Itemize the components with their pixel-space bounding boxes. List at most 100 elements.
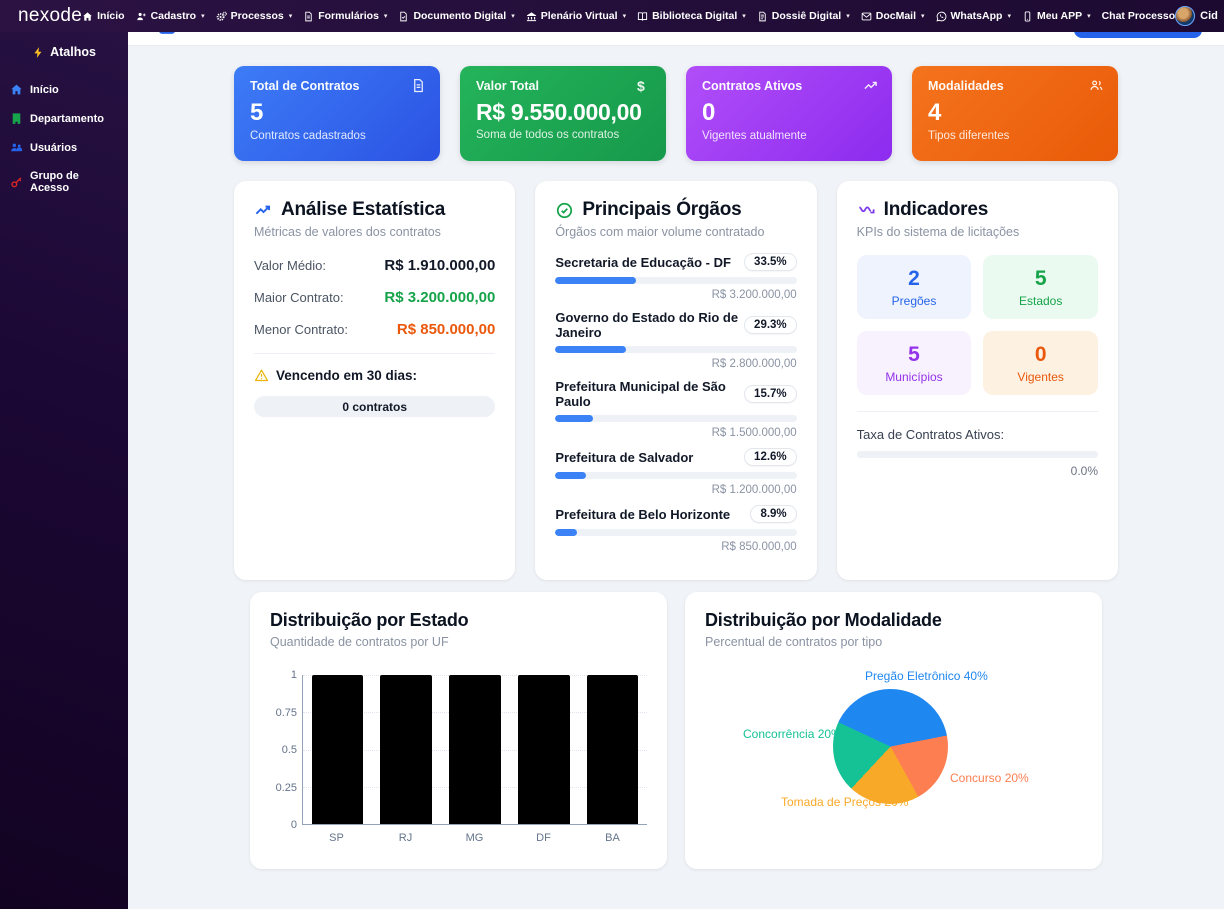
sidebar: Atalhos Início Departamento Usuários Gru… — [0, 32, 128, 909]
trend-up-icon — [863, 78, 878, 93]
nav-item-inicio[interactable]: Início — [82, 10, 124, 22]
nav-item-biblioteca-digital[interactable]: Biblioteca Digital ▾ — [637, 10, 746, 22]
chevron-down-icon: ▾ — [742, 12, 746, 20]
sidebar-item-departamento[interactable]: Departamento — [0, 104, 128, 133]
nav-item-label: Cadastro — [151, 10, 197, 22]
card-analise-estatistica: Análise Estatística Métricas de valores … — [234, 181, 515, 580]
stat-title: Valor Total — [476, 79, 650, 93]
expiring-label: Vencendo em 30 dias: — [276, 368, 417, 383]
pie-label: Pregão Eletrônico 40% — [865, 669, 988, 683]
nav-item-documento-digital[interactable]: Documento Digital ▾ — [398, 10, 514, 22]
nav-item-label: Documento Digital — [413, 10, 506, 22]
nav-item-chat-processo[interactable]: Chat Processo — [1102, 10, 1176, 22]
stat-cards: Total de Contratos 5 Contratos cadastrad… — [234, 66, 1118, 161]
kpi-estados: 5 Estados — [983, 255, 1098, 319]
org-name: Prefeitura de Belo Horizonte — [555, 507, 730, 522]
org-name: Governo do Estado do Rio de Janeiro — [555, 310, 744, 340]
progress-fill — [555, 472, 585, 479]
progress-fill — [555, 415, 593, 422]
nav-item-plenario-virtual[interactable]: Plenário Virtual ▾ — [526, 10, 626, 22]
progress-fill — [555, 346, 626, 353]
expiring-count-badge: 0 contratos — [254, 396, 495, 417]
chevron-down-icon: ▾ — [511, 12, 515, 20]
sidebar-item-grupo-de-acesso[interactable]: Grupo de Acesso — [0, 162, 128, 202]
nav-item-label: Chat Processo — [1102, 10, 1176, 22]
kpi-value: 0 — [991, 343, 1090, 367]
trend-line-icon — [254, 201, 273, 220]
nav-item-label: Processos — [231, 10, 284, 22]
kpi-label: Vigentes — [991, 370, 1090, 384]
progress-track — [555, 415, 796, 422]
card-title: Análise Estatística — [281, 199, 445, 221]
divider — [254, 353, 495, 354]
nav-item-processos[interactable]: Processos ▾ — [216, 10, 293, 22]
stat-value: 5 — [250, 99, 424, 127]
progress-track — [555, 529, 796, 536]
stat-value: 0 — [702, 99, 876, 127]
kpi-label: Pregões — [865, 294, 964, 308]
pie-label: Concorrência 20% — [743, 727, 842, 741]
document-check-icon — [398, 11, 409, 22]
sidebar-item-label: Grupo de Acesso — [30, 170, 118, 194]
nav-item-cadastro[interactable]: Cadastro ▾ — [136, 10, 205, 22]
org-name: Prefeitura de Salvador — [555, 450, 693, 465]
stat-caption: Contratos cadastrados — [250, 130, 424, 142]
sidebar-title-label: Atalhos — [50, 45, 96, 59]
chevron-down-icon: ▾ — [1087, 12, 1091, 20]
stat-contratos-ativos: Contratos Ativos 0 Vigentes atualmente — [686, 66, 892, 161]
rate-track — [857, 451, 1098, 458]
kpi-value: 5 — [865, 343, 964, 367]
nav-item-label: Meu APP — [1037, 10, 1082, 22]
card-title: Principais Órgãos — [582, 199, 741, 221]
nav-item-label: Formulários — [318, 10, 379, 22]
nav-item-docmail[interactable]: DocMail ▾ — [861, 10, 925, 22]
pie-label: Tomada de Preços 20% — [781, 795, 908, 809]
user-menu[interactable]: Cid ▾ — [1175, 6, 1224, 26]
check-circle-icon — [555, 201, 574, 220]
nav-item-label: DocMail — [876, 10, 916, 22]
nav-item-dossie-digital[interactable]: Dossiê Digital ▾ — [757, 10, 850, 22]
sidebar-item-inicio[interactable]: Início — [0, 75, 128, 104]
nav-item-label: Dossiê Digital — [772, 10, 841, 22]
kpi-municipios: 5 Municípios — [857, 331, 972, 395]
card-principais-orgaos: Principais Órgãos Órgãos com maior volum… — [535, 181, 816, 580]
org-value: R$ 3.200.000,00 — [555, 289, 796, 301]
x-tick: RJ — [371, 832, 440, 844]
pie-label: Concurso 20% — [950, 771, 1029, 785]
divider — [857, 411, 1098, 412]
progress-track — [555, 472, 796, 479]
chart-title: Distribuição por Modalidade — [705, 610, 1082, 631]
stat-valor-total: Valor Total $ R$ 9.550.000,00 Soma de to… — [460, 66, 666, 161]
top-navbar: nexode Início Cadastro ▾ Processos ▾ For… — [0, 0, 1224, 32]
sidebar-item-usuarios[interactable]: Usuários — [0, 133, 128, 162]
stat-caption: Tipos diferentes — [928, 130, 1102, 142]
stat-modalidades: Modalidades 4 Tipos diferentes — [912, 66, 1118, 161]
kpi-value: 5 — [991, 267, 1090, 291]
nav-item-whatsapp[interactable]: WhatsApp ▾ — [936, 10, 1011, 22]
bar-rj — [380, 675, 432, 824]
plot-area — [302, 675, 647, 825]
org-row: Prefeitura de Salvador12.6% R$ 1.200.000… — [555, 448, 796, 496]
key-icon — [10, 176, 23, 189]
rate-label: Taxa de Contratos Ativos: — [857, 427, 1098, 442]
metric-label: Valor Médio: — [254, 258, 326, 273]
stat-title: Total de Contratos — [250, 79, 424, 93]
x-tick: SP — [302, 832, 371, 844]
file-lines-icon — [303, 11, 314, 22]
kpi-pregoes: 2 Pregões — [857, 255, 972, 319]
nav-item-label: Início — [97, 10, 124, 22]
kpi-value: 2 — [865, 267, 964, 291]
rate-percent: 0.0% — [857, 464, 1098, 478]
user-name: Cid — [1200, 10, 1218, 22]
bar-ba — [587, 675, 639, 824]
nav-item-meu-app[interactable]: Meu APP ▾ — [1022, 10, 1091, 22]
gears-icon — [216, 11, 227, 22]
bar-chart: 1 0.75 0.5 0.25 0 — [270, 675, 647, 825]
x-axis-labels: SP RJ MG DF BA — [302, 832, 647, 844]
lightning-icon — [32, 46, 45, 59]
expiring-row: Vencendo em 30 dias: — [254, 368, 495, 383]
smartphone-icon — [1022, 11, 1033, 22]
org-row: Prefeitura Municipal de São Paulo15.7% R… — [555, 379, 796, 439]
bar-mg — [449, 675, 501, 824]
nav-item-formularios[interactable]: Formulários ▾ — [303, 10, 387, 22]
